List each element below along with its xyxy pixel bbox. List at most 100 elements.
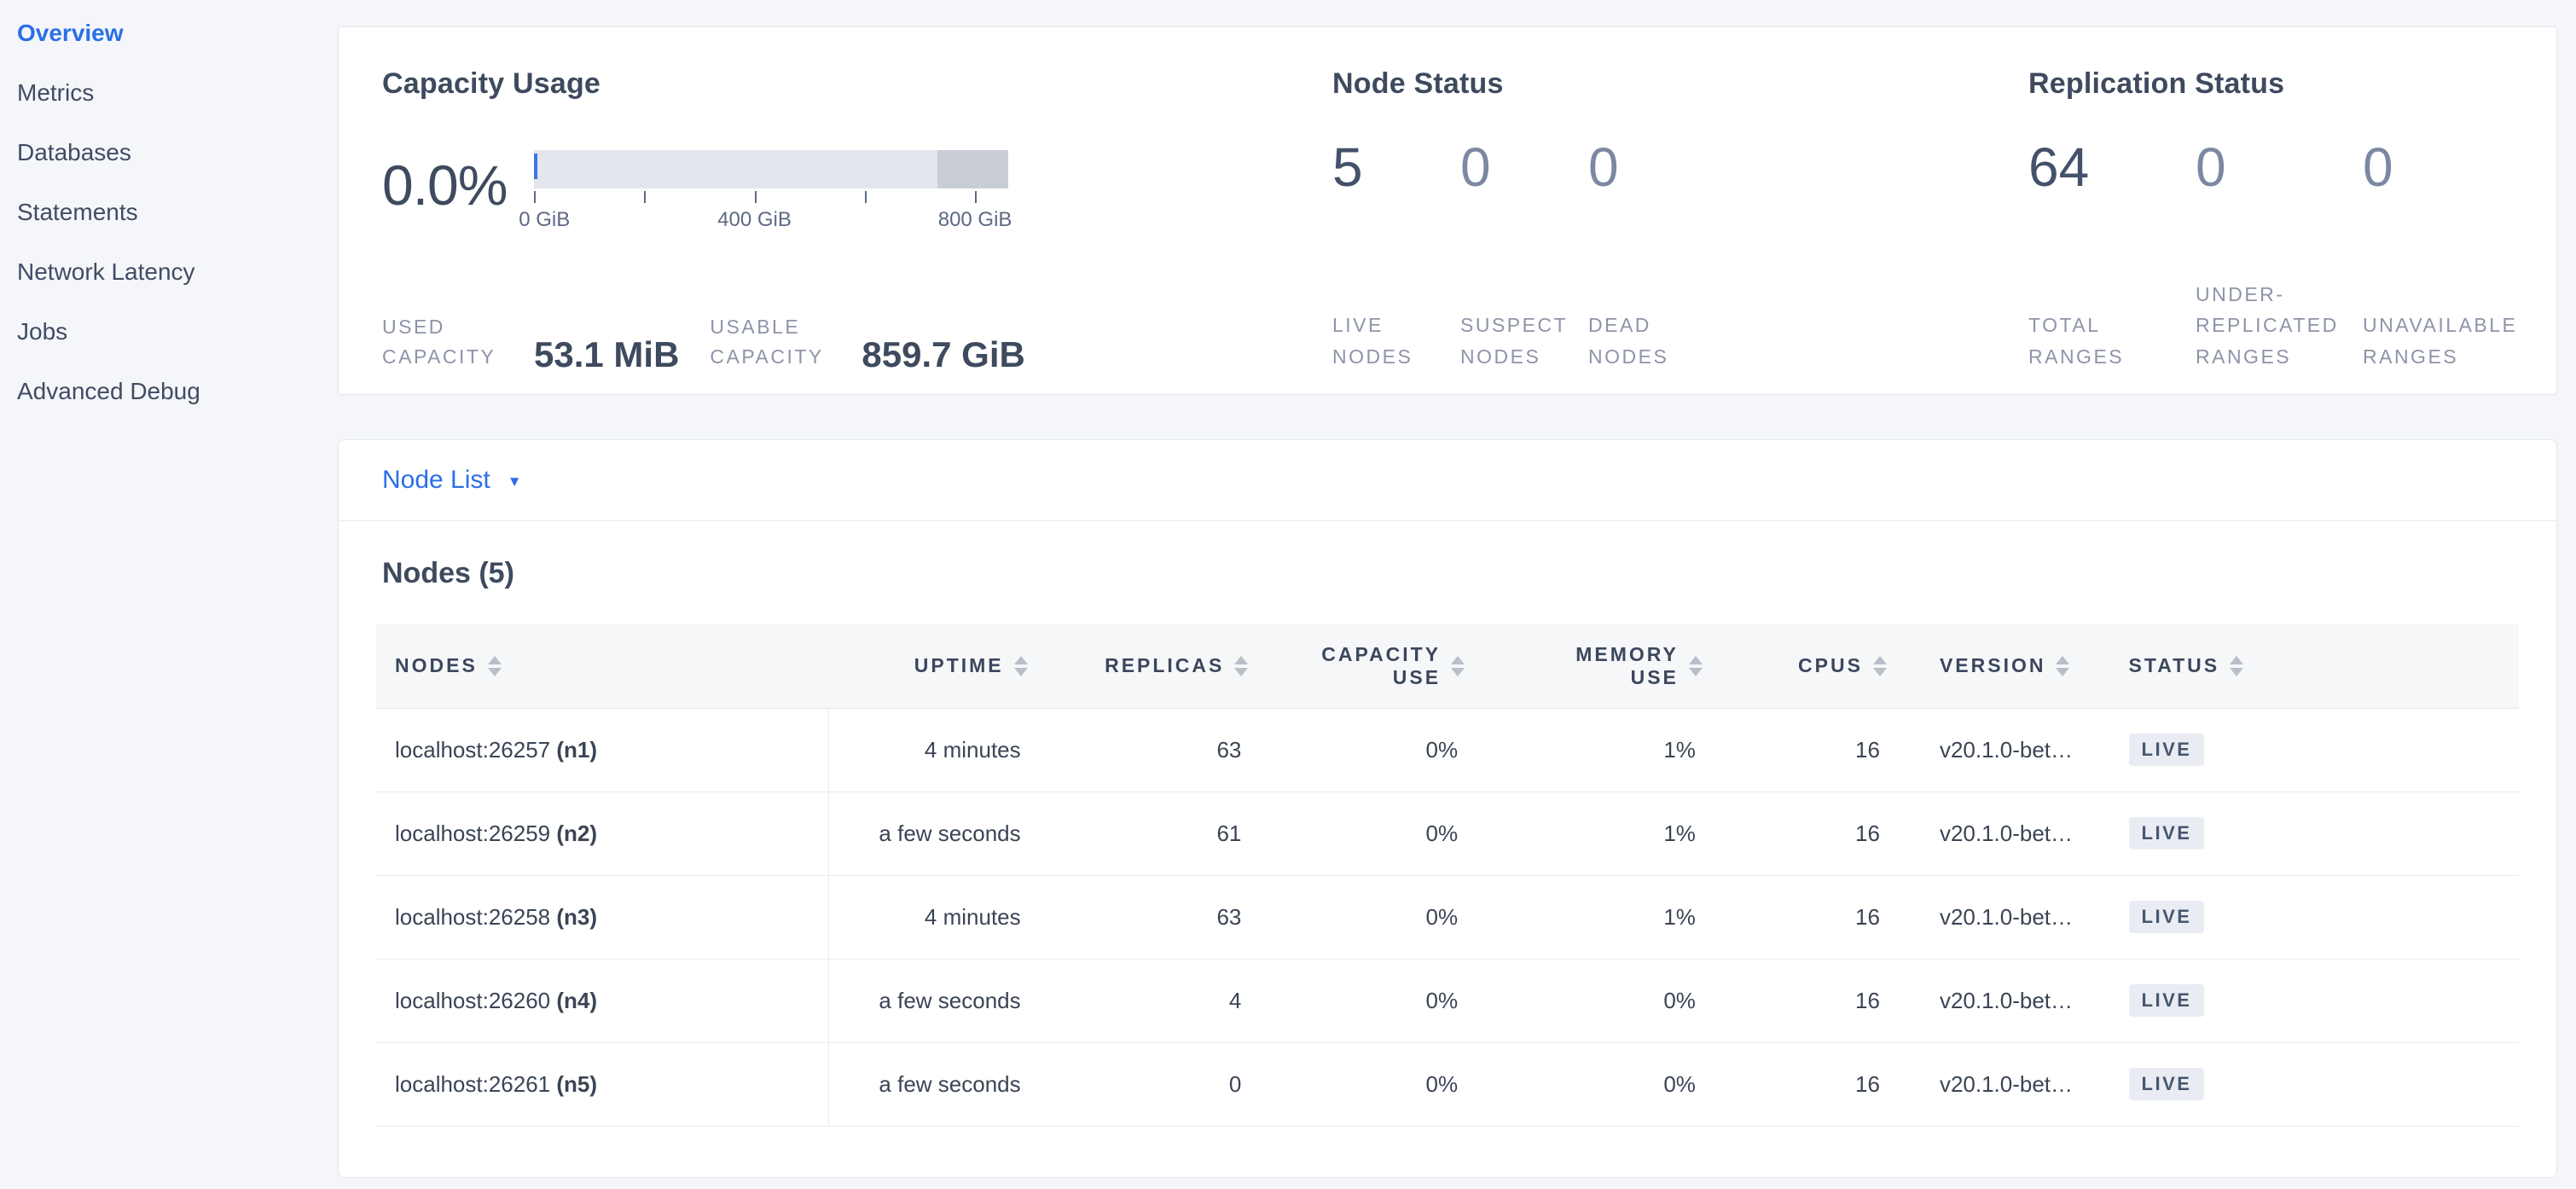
sidebar-item-overview[interactable]: Overview	[17, 3, 338, 63]
cell-version: v20.1.0-bet…	[1887, 959, 2086, 1042]
sort-icon[interactable]	[2056, 656, 2069, 676]
cell-uptime: 4 minutes	[828, 875, 1028, 959]
capacity-axis-ticks	[534, 191, 1008, 206]
node-status-figures: 5 0 0	[1332, 140, 2028, 194]
used-capacity-label: USED CAPACITY	[382, 312, 519, 373]
capacity-percent: 0.0%	[382, 157, 534, 234]
cell-uptime: a few seconds	[828, 959, 1028, 1042]
cell-node[interactable]: localhost:26258 (n3)	[376, 875, 828, 959]
column-header-nodes[interactable]: NODES	[395, 654, 478, 677]
table-row[interactable]: localhost:26260 (n4) a few seconds 4 0% …	[376, 959, 2519, 1042]
cell-cpus: 16	[1703, 792, 1887, 875]
sidebar-item-network-latency[interactable]: Network Latency	[17, 242, 338, 302]
status-badge: LIVE	[2129, 984, 2205, 1017]
status-badge: LIVE	[2129, 901, 2205, 933]
node-address-link[interactable]: localhost:26257	[395, 737, 550, 763]
sort-icon[interactable]	[2230, 656, 2243, 676]
cell-status: LIVE	[2086, 959, 2519, 1042]
usable-capacity-value: 859.7 GiB	[862, 337, 1024, 373]
node-address-link[interactable]: localhost:26258	[395, 904, 550, 930]
sidebar-item-jobs[interactable]: Jobs	[17, 302, 338, 362]
column-header-version[interactable]: VERSION	[1940, 654, 2046, 677]
cell-status: LIVE	[2086, 708, 2519, 792]
nodes-table-container: Nodes (5) NODES UPTIME REPLICAS CAPACITY…	[339, 521, 2556, 1127]
cell-version: v20.1.0-bet…	[1887, 792, 2086, 875]
usable-capacity-label: USABLE CAPACITY	[710, 312, 846, 373]
node-status-labels: LIVE NODES SUSPECT NODES DEAD NODES	[1332, 310, 2028, 373]
column-header-replicas[interactable]: REPLICAS	[1105, 654, 1224, 677]
capacity-usage-section: Capacity Usage 0.0% 0 GiB 400 Gi	[382, 67, 1332, 373]
unavailable-ranges-count: 0	[2363, 136, 2393, 198]
column-header-status[interactable]: STATUS	[2129, 654, 2220, 677]
main-content: Capacity Usage 0.0% 0 GiB 400 Gi	[338, 0, 2576, 1189]
live-nodes-count: 5	[1332, 136, 1363, 198]
node-address-link[interactable]: localhost:26259	[395, 821, 550, 846]
cell-status: LIVE	[2086, 875, 2519, 959]
sidebar-item-databases[interactable]: Databases	[17, 123, 338, 183]
node-id: (n3)	[556, 904, 597, 930]
status-badge: LIVE	[2129, 1068, 2205, 1100]
cell-replicas: 61	[1028, 792, 1249, 875]
table-row[interactable]: localhost:26257 (n1) 4 minutes 63 0% 1% …	[376, 708, 2519, 792]
cell-capacity-use: 0%	[1248, 708, 1465, 792]
sort-icon[interactable]	[1689, 656, 1703, 676]
sidebar-item-metrics[interactable]: Metrics	[17, 63, 338, 123]
capacity-stats: USED CAPACITY 53.1 MiB USABLE CAPACITY 8…	[382, 312, 1332, 373]
live-nodes-label: LIVE NODES	[1332, 310, 1460, 373]
column-header-cpus[interactable]: CPUS	[1798, 654, 1863, 677]
column-header-uptime[interactable]: UPTIME	[914, 654, 1004, 677]
table-row[interactable]: localhost:26259 (n2) a few seconds 61 0%…	[376, 792, 2519, 875]
cell-capacity-use: 0%	[1248, 1042, 1465, 1126]
dead-nodes-count: 0	[1588, 136, 1619, 198]
cell-node[interactable]: localhost:26257 (n1)	[376, 708, 828, 792]
table-row[interactable]: localhost:26258 (n3) 4 minutes 63 0% 1% …	[376, 875, 2519, 959]
cell-uptime: a few seconds	[828, 792, 1028, 875]
status-badge: LIVE	[2129, 734, 2205, 766]
cell-capacity-use: 0%	[1248, 959, 1465, 1042]
sort-icon[interactable]	[1451, 656, 1465, 676]
cell-status: LIVE	[2086, 1042, 2519, 1126]
node-address-link[interactable]: localhost:26260	[395, 988, 550, 1013]
sort-icon[interactable]	[488, 656, 502, 676]
capacity-used-marker	[534, 154, 537, 179]
cell-status: LIVE	[2086, 792, 2519, 875]
unavailable-ranges-label: UNAVAILABLE RANGES	[2363, 310, 2516, 373]
node-list-dropdown[interactable]: Node List ▼	[382, 466, 522, 495]
node-list-dropdown-label[interactable]: Node List	[382, 466, 490, 495]
sidebar-item-advanced-debug[interactable]: Advanced Debug	[17, 362, 338, 421]
usable-capacity-stat: USABLE CAPACITY 859.7 GiB	[710, 312, 1024, 373]
cell-memory-use: 1%	[1465, 708, 1703, 792]
cell-node[interactable]: localhost:26261 (n5)	[376, 1042, 828, 1126]
capacity-axis-labels: 0 GiB 400 GiB 800 GiB	[534, 208, 1008, 234]
column-header-memory-use[interactable]: MEMORY USE	[1551, 643, 1679, 689]
sidebar: Overview Metrics Databases Statements Ne…	[0, 0, 338, 1189]
cell-version: v20.1.0-bet…	[1887, 1042, 2086, 1126]
cell-cpus: 16	[1703, 1042, 1887, 1126]
axis-label-800gib: 800 GiB	[938, 208, 1012, 232]
column-header-capacity-use[interactable]: CAPACITY USE	[1313, 643, 1441, 689]
node-status-section: Node Status 5 0 0 LIVE NODES SUSPECT NOD…	[1332, 67, 2028, 373]
table-row[interactable]: localhost:26261 (n5) a few seconds 0 0% …	[376, 1042, 2519, 1126]
cell-cpus: 16	[1703, 708, 1887, 792]
cell-uptime: a few seconds	[828, 1042, 1028, 1126]
capacity-chart-row: 0.0% 0 GiB 400 GiB 800 GiB	[382, 150, 1332, 234]
cell-node[interactable]: localhost:26260 (n4)	[376, 959, 828, 1042]
cell-node[interactable]: localhost:26259 (n2)	[376, 792, 828, 875]
replication-figures: 64 0 0	[2028, 140, 2556, 194]
sort-icon[interactable]	[1873, 656, 1887, 676]
capacity-bar	[534, 150, 1008, 188]
sort-icon[interactable]	[1014, 656, 1028, 676]
nodes-count-title: Nodes (5)	[382, 557, 2519, 590]
cell-replicas: 4	[1028, 959, 1249, 1042]
node-address-link[interactable]: localhost:26261	[395, 1071, 550, 1097]
sort-icon[interactable]	[1234, 656, 1248, 676]
suspect-nodes-label: SUSPECT NODES	[1460, 310, 1588, 373]
axis-label-0gib: 0 GiB	[519, 208, 570, 232]
replication-status-section: Replication Status 64 0 0 TOTAL RANGES U…	[2028, 67, 2556, 373]
axis-label-400gib: 400 GiB	[717, 208, 792, 232]
under-replicated-ranges-label: UNDER-REPLICATED RANGES	[2196, 279, 2349, 373]
sidebar-item-statements[interactable]: Statements	[17, 183, 338, 242]
chevron-down-icon[interactable]: ▼	[508, 470, 522, 490]
cluster-summary-card: Capacity Usage 0.0% 0 GiB 400 Gi	[338, 26, 2557, 395]
node-id: (n5)	[556, 1071, 597, 1097]
